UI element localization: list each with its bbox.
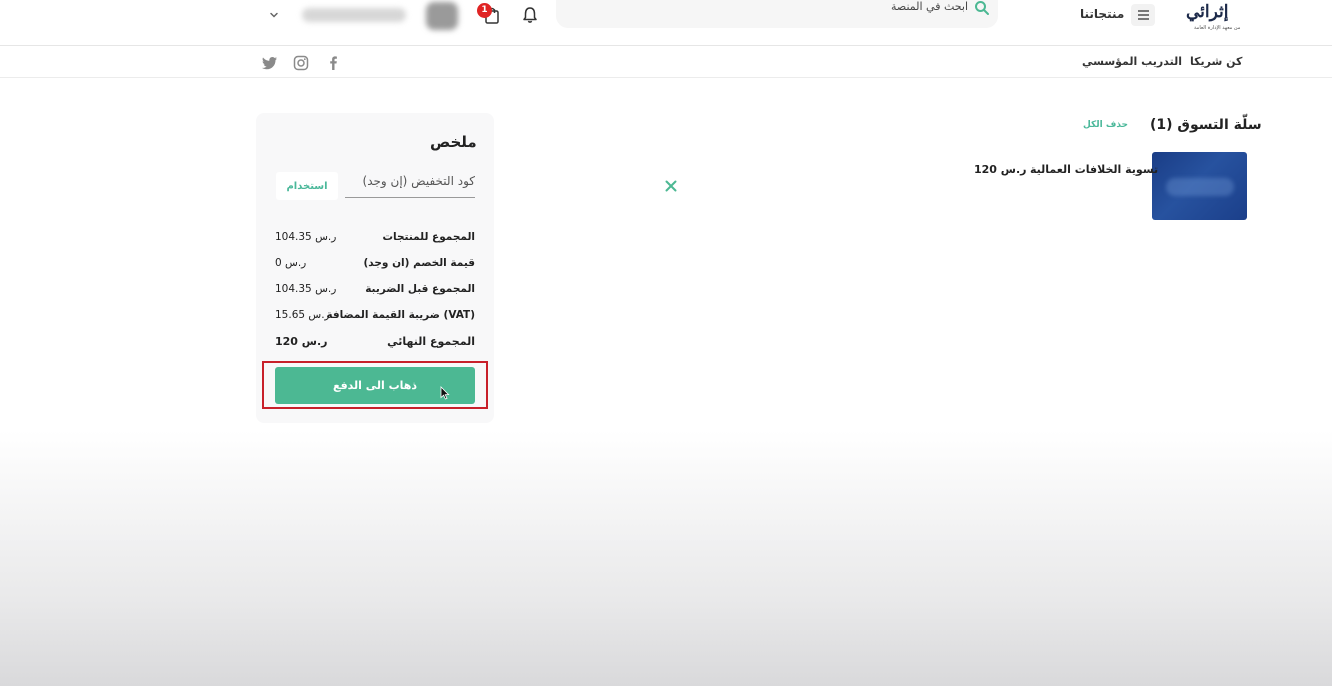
logo-text: إثرائي (1186, 2, 1229, 22)
chevron-down-icon[interactable] (268, 10, 280, 20)
logo-subtitle: من معهد الإدارة العامة (1194, 25, 1241, 31)
instagram-icon[interactable] (293, 55, 309, 71)
discount-code-input[interactable] (345, 164, 475, 198)
product-price: 120 ر.س (974, 163, 1027, 176)
subtotal-label: المجموع للمنتجات (382, 231, 475, 243)
apply-discount-button[interactable]: استخدام (276, 172, 338, 200)
clear-all-link[interactable]: حذف الكل (1083, 120, 1128, 130)
summary-title: ملخص (430, 133, 477, 151)
cart-badge: 1 (477, 3, 492, 18)
search-icon[interactable] (974, 0, 990, 16)
user-name-blurred[interactable] (302, 8, 406, 22)
nav-link-partner[interactable]: كن شريكا (1190, 55, 1242, 68)
search-placeholder: ابحث في المنصة (891, 0, 968, 13)
subtotal-value: 104.35 ر.س (275, 231, 337, 243)
grand-total-value: 120 ر.س (275, 335, 328, 348)
products-menu-link[interactable]: منتجاتنا (1080, 7, 1124, 21)
bell-icon[interactable] (522, 6, 538, 24)
discount-value: 0 ر.س (275, 257, 307, 269)
discount-label: قيمة الخصم (ان وجد) (363, 257, 475, 269)
vat-label: ضريبة القيمة المضافة (VAT) (326, 309, 475, 321)
avatar[interactable] (426, 2, 458, 30)
product-name[interactable]: تسوية الخلافات العمالية (1030, 163, 1158, 176)
menu-icon[interactable] (1131, 4, 1155, 26)
nav-link-corporate-training[interactable]: التدريب المؤسسي (1082, 55, 1182, 68)
product-thumbnail[interactable] (1152, 152, 1247, 220)
grand-total-label: المجموع النهائي (387, 335, 475, 348)
secondary-nav: كن شريكا التدريب المؤسسي (0, 46, 1332, 78)
close-icon[interactable] (664, 179, 678, 193)
facebook-icon[interactable] (325, 55, 341, 71)
vat-value: 15.65 ر.س (275, 309, 330, 321)
cursor-icon (440, 386, 450, 400)
twitter-icon[interactable] (262, 55, 278, 71)
site-logo[interactable]: إثرائي من معهد الإدارة العامة (1186, 2, 1248, 34)
search-bar[interactable]: ابحث في المنصة (556, 0, 998, 28)
top-header: إثرائي من معهد الإدارة العامة منتجاتنا ا… (0, 0, 1332, 46)
cart-title: سلّة التسوق (1) (1150, 117, 1262, 133)
handshake-image (1166, 178, 1234, 196)
pre-tax-total-label: المجموع قبل الضريبة (365, 283, 475, 295)
pre-tax-total-value: 104.35 ر.س (275, 283, 337, 295)
